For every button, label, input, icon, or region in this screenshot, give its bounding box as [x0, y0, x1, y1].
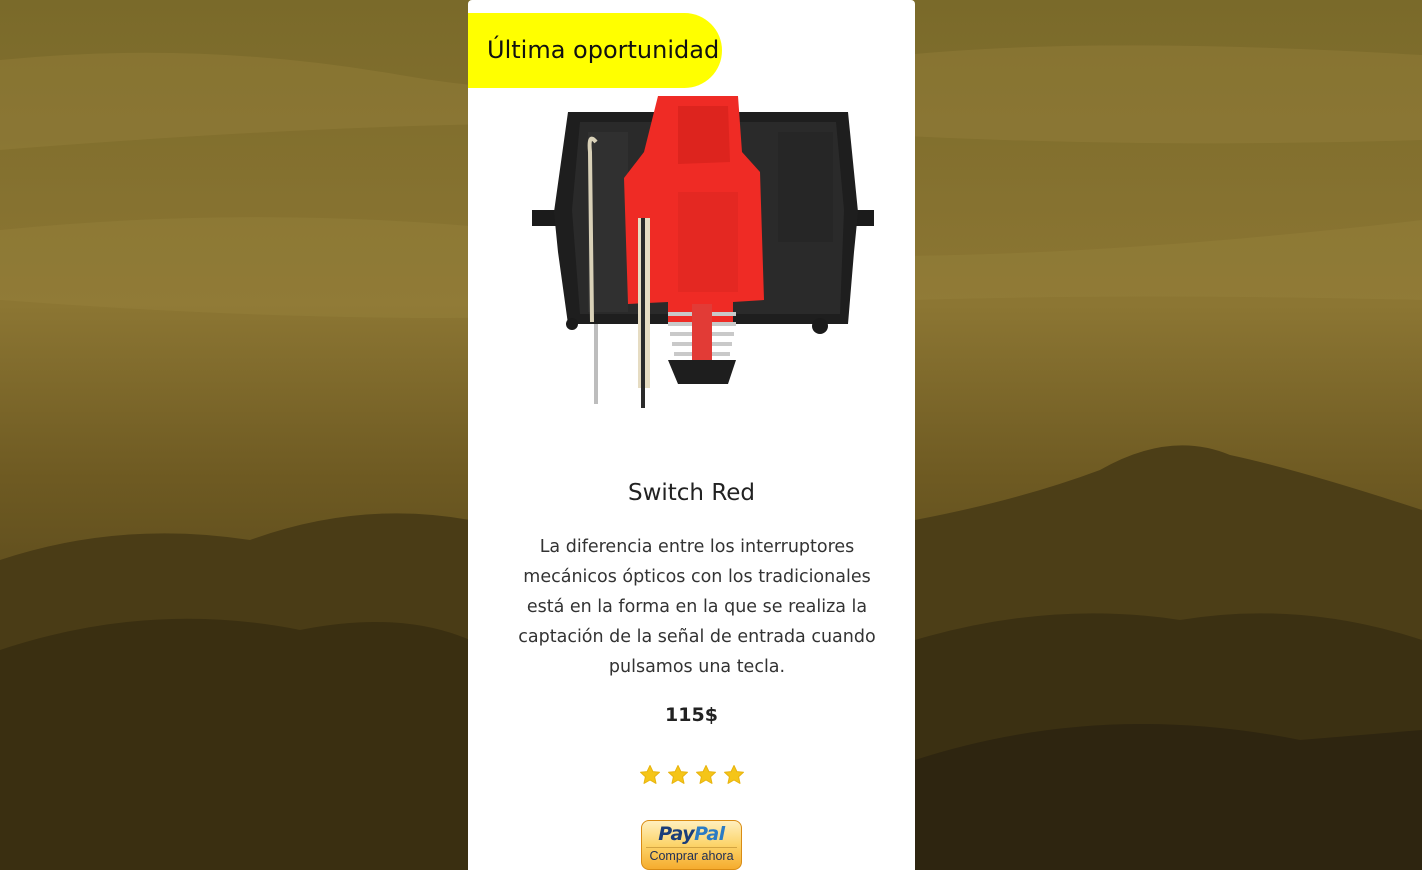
- switch-image: [532, 96, 874, 408]
- product-description: La diferencia entre los interruptores me…: [518, 537, 876, 677]
- paypal-buy-button[interactable]: PayPal Comprar ahora: [641, 820, 742, 870]
- star-icon: [696, 765, 716, 784]
- star-icon: [668, 765, 688, 784]
- paypal-logo-pal: Pal: [694, 823, 725, 845]
- rating-stars: [638, 763, 748, 787]
- product-price: 115$: [665, 704, 718, 726]
- paypal-buy-label: Comprar ahora: [649, 849, 734, 863]
- paypal-divider: [646, 847, 737, 848]
- paypal-logo: PayPal: [642, 823, 741, 845]
- star-icon: [724, 765, 744, 784]
- product-card: Última oportunidad Switch Red La diferen…: [468, 0, 915, 870]
- product-title: Switch Red: [627, 480, 756, 506]
- paypal-logo-pay: Pay: [658, 823, 695, 845]
- last-chance-badge: Última oportunidad: [468, 13, 722, 88]
- star-icon: [640, 765, 660, 784]
